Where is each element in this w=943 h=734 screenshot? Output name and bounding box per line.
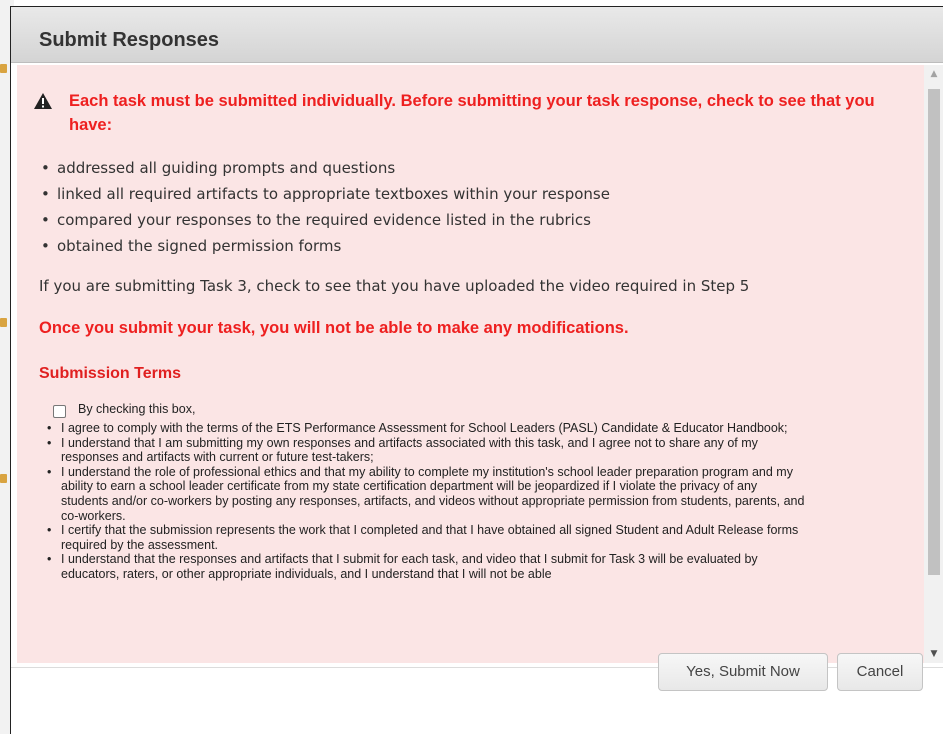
- term-item: I understand the role of professional et…: [47, 465, 807, 523]
- checklist: addressed all guiding prompts and questi…: [39, 155, 610, 259]
- checklist-item: compared your responses to the required …: [39, 207, 610, 233]
- dialog-titlebar: Submit Responses: [11, 7, 943, 63]
- warning-message: Each task must be submitted individually…: [34, 89, 879, 137]
- dialog-content[interactable]: Each task must be submitted individually…: [17, 65, 924, 663]
- background-marker: [0, 318, 7, 327]
- terms-list: I agree to comply with the terms of the …: [47, 421, 807, 582]
- content-scrollbar[interactable]: ▲ ▼: [924, 65, 943, 663]
- cancel-button[interactable]: Cancel: [837, 653, 923, 691]
- term-item: I agree to comply with the terms of the …: [47, 421, 807, 436]
- no-modification-notice: Once you submit your task, you will not …: [39, 319, 629, 337]
- term-item: I understand that the responses and arti…: [47, 552, 807, 581]
- background-marker: [0, 64, 7, 73]
- agree-checkbox[interactable]: [53, 405, 66, 418]
- warning-triangle-icon: [34, 93, 52, 109]
- task3-note: If you are submitting Task 3, check to s…: [39, 277, 750, 295]
- checklist-item: linked all required artifacts to appropr…: [39, 181, 610, 207]
- background-marker: [0, 474, 7, 483]
- dialog-title: Submit Responses: [39, 29, 220, 51]
- submit-now-button[interactable]: Yes, Submit Now: [658, 653, 828, 691]
- checklist-item: obtained the signed permission forms: [39, 233, 610, 259]
- checklist-item: addressed all guiding prompts and questi…: [39, 155, 610, 181]
- submit-responses-dialog: Submit Responses Each task must be submi…: [10, 6, 943, 734]
- scroll-down-arrow-icon[interactable]: ▼: [924, 645, 943, 663]
- term-item: I certify that the submission represents…: [47, 523, 807, 552]
- term-item: I understand that I am submitting my own…: [47, 436, 807, 465]
- scroll-up-arrow-icon[interactable]: ▲: [924, 65, 943, 83]
- scroll-thumb[interactable]: [928, 89, 940, 575]
- warning-text: Each task must be submitted individually…: [69, 92, 875, 134]
- submission-terms-title: Submission Terms: [39, 365, 181, 382]
- agree-checkbox-label[interactable]: By checking this box,: [78, 402, 195, 416]
